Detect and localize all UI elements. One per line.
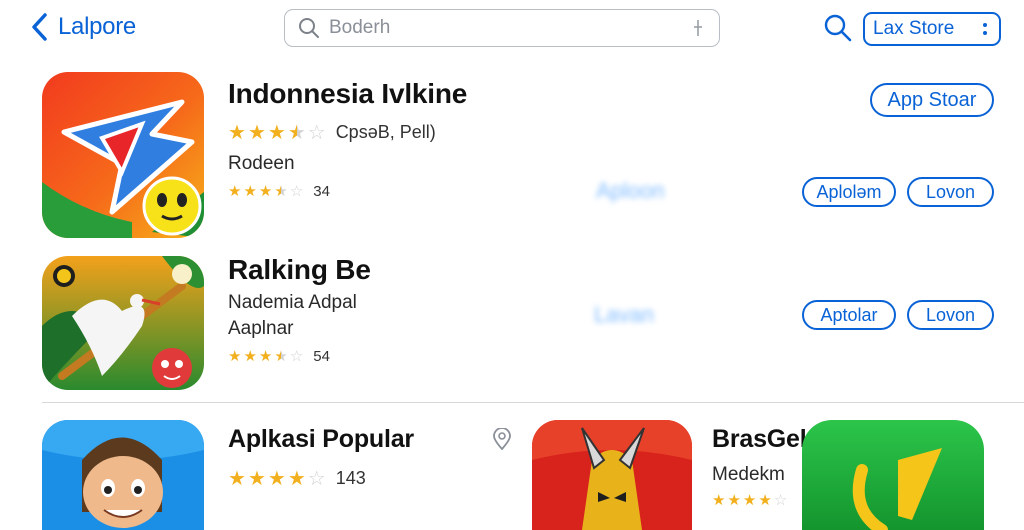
store-button[interactable]: Lax Store: [863, 12, 1001, 46]
back-label: Lalpore: [58, 13, 136, 40]
star-icon: ★: [742, 492, 757, 509]
chevron-left-icon: [32, 13, 47, 41]
star-icon: ★: [258, 183, 273, 200]
star-icon: ★: [228, 121, 246, 144]
store-button-label: Lax Store: [873, 18, 955, 39]
star-icon: ★: [267, 467, 286, 490]
rating-count: 34: [313, 183, 330, 200]
section-divider: [42, 402, 1024, 403]
rating-count: 143: [335, 468, 366, 488]
more-icon: [983, 21, 989, 39]
star-empty-icon: ☆: [307, 121, 326, 144]
app-icon-indonnesia[interactable]: [42, 72, 204, 238]
app-subtitle: Medekm: [712, 464, 785, 485]
star-empty-icon: ☆: [773, 492, 788, 509]
open-button[interactable]: Lovon: [907, 177, 994, 207]
rating-stars-small: ★ ★ ★ ★ ☆: [712, 493, 787, 508]
star-empty-icon: ☆: [307, 467, 326, 490]
apply-button[interactable]: Aptolar: [802, 300, 896, 330]
app-title[interactable]: Aplkasi Popular: [228, 425, 414, 454]
app-title[interactable]: Ralking Be: [228, 254, 371, 286]
rating-text: CpsəB, Pell): [335, 122, 436, 142]
location-pin-icon[interactable]: [492, 428, 512, 450]
apply-button-label: Aptolar: [820, 304, 878, 325]
apply-button[interactable]: Aploləm: [802, 177, 896, 207]
app-subtitle-2: Aaplnar: [228, 318, 294, 339]
rating-stars: ★ ★ ★ ★ ☆ 143: [228, 468, 366, 489]
app-icon-aplkasi[interactable]: [42, 420, 204, 530]
star-half-icon: ★: [287, 121, 306, 144]
star-icon: ★: [258, 348, 273, 365]
star-icon: ★: [247, 467, 266, 490]
app-icon-green[interactable]: [802, 420, 984, 530]
star-icon: ★: [758, 492, 772, 509]
open-button-label: Lovon: [925, 181, 976, 202]
star-icon: ★: [228, 183, 242, 200]
app-subtitle: Nademia Adpal: [228, 292, 357, 313]
rating-stars: ★ ★ ★ ★ ☆ CpsəB, Pell): [228, 122, 436, 143]
search-icon[interactable]: [822, 12, 854, 44]
app-subtitle: Rodeen: [228, 153, 295, 174]
star-icon: ★: [228, 348, 242, 365]
ghost-label: Aploon: [596, 178, 665, 203]
app-store-button[interactable]: App Stoar: [870, 83, 994, 117]
star-icon: ★: [727, 492, 741, 509]
back-button[interactable]: Lalpore: [30, 12, 136, 42]
star-empty-icon: ☆: [289, 183, 304, 200]
star-half-icon: ★: [274, 183, 288, 200]
top-bar: Lalpore Boderh Lax Store: [0, 0, 1024, 60]
rating-stars-small: ★ ★ ★ ★ ☆ 34: [228, 183, 330, 200]
search-field[interactable]: Boderh: [284, 9, 720, 47]
rating-stars-small: ★ ★ ★ ★ ☆ 54: [228, 348, 330, 365]
star-icon: ★: [267, 121, 286, 144]
ghost-label: Lavan: [594, 302, 654, 327]
app-store-button-label: App Stoar: [887, 88, 977, 111]
apply-button-label: Aploləm: [816, 181, 882, 202]
star-empty-icon: ☆: [289, 348, 304, 365]
star-icon: ★: [243, 348, 257, 365]
app-icon-ralking[interactable]: [42, 256, 204, 390]
search-icon: [299, 18, 319, 38]
star-icon: ★: [712, 492, 726, 509]
app-title[interactable]: Indonnesia Ivlkine: [228, 78, 467, 110]
star-half-icon: ★: [274, 348, 288, 365]
microphone-icon[interactable]: [691, 18, 705, 38]
search-placeholder: Boderh: [329, 17, 391, 38]
open-button[interactable]: Lovon: [907, 300, 994, 330]
star-icon: ★: [287, 467, 306, 490]
app-title[interactable]: BrasGek: [712, 425, 814, 454]
app-icon-brasgek[interactable]: [532, 420, 692, 530]
rating-count: 54: [313, 348, 330, 365]
open-button-label: Lovon: [925, 304, 976, 325]
star-icon: ★: [243, 183, 257, 200]
star-icon: ★: [247, 121, 266, 144]
star-icon: ★: [228, 467, 246, 490]
